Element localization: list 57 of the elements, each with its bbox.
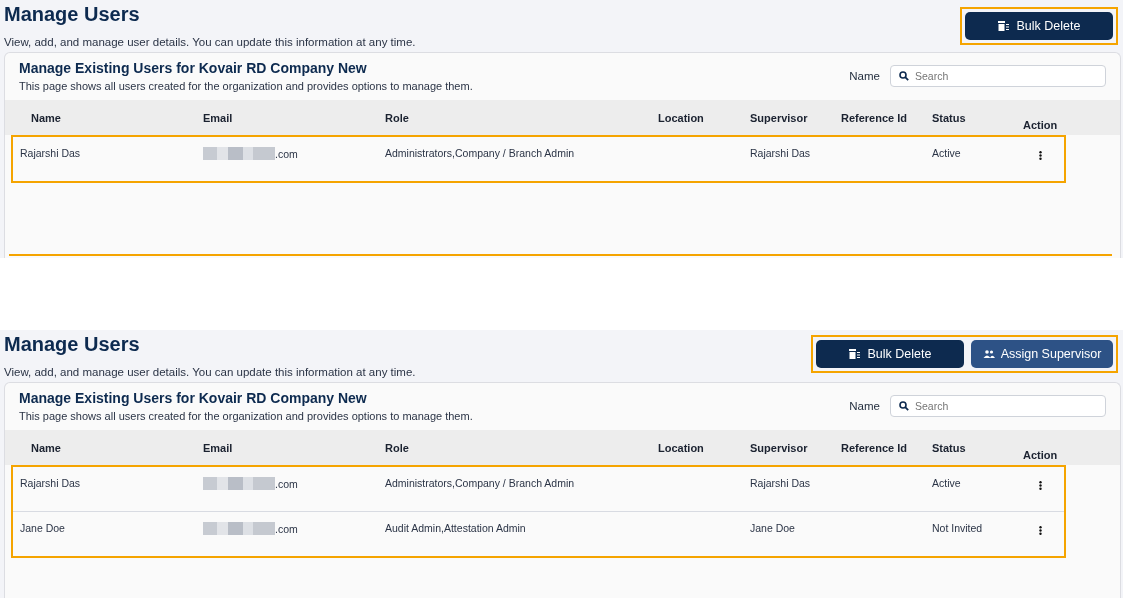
search-field[interactable]: Search bbox=[890, 64, 1106, 87]
column-header: Status bbox=[932, 111, 967, 124]
more-options-button[interactable] bbox=[1037, 481, 1044, 490]
table-cell: .com bbox=[275, 147, 298, 160]
section-title: Manage Existing Users for Kovair RD Company New bbox=[19, 59, 368, 76]
table-cell-text: Rajarshi Das bbox=[20, 146, 82, 159]
bin-icon bbox=[848, 349, 860, 359]
column-header: Email bbox=[203, 441, 234, 454]
bin-icon bbox=[997, 21, 1009, 31]
column-header: Reference Id bbox=[841, 111, 909, 124]
blurred-text bbox=[203, 477, 275, 490]
table-cell-text: Active bbox=[932, 476, 962, 489]
assign-supervisor-button[interactable]: Assign Supervisor bbox=[971, 340, 1113, 368]
table-cell-text: Audit Admin,Attestation Admin bbox=[385, 521, 527, 534]
page-title: Manage Users bbox=[4, 333, 141, 356]
section-description: This page shows all users created for the organization and provides options to manage them. bbox=[19, 409, 473, 422]
section-title: Manage Existing Users for Kovair RD Company New bbox=[19, 389, 368, 406]
column-header: Supervisor bbox=[750, 111, 809, 124]
table-cell-text: Administrators,Company / Branch Admin bbox=[385, 476, 576, 489]
blurred-text bbox=[203, 522, 275, 535]
bulk-delete-button[interactable]: Bulk Delete bbox=[816, 340, 964, 368]
column-header: Location bbox=[658, 441, 705, 454]
table-cell-text: Not Invited bbox=[932, 521, 984, 534]
blurred-text bbox=[203, 147, 275, 160]
column-header: Action bbox=[1023, 117, 1059, 131]
table-cell-text: Jane Doe bbox=[20, 521, 66, 534]
table-cell-text: Active bbox=[932, 146, 962, 159]
column-header: Name bbox=[30, 111, 62, 124]
search-icon bbox=[899, 70, 909, 81]
table-cell-text: Jane Doe bbox=[750, 521, 796, 534]
section-description: This page shows all users created for the organization and provides options to manage them. bbox=[19, 79, 473, 92]
search-field[interactable]: Search bbox=[890, 394, 1106, 417]
search-icon bbox=[899, 400, 909, 411]
more-options-button[interactable] bbox=[1037, 151, 1044, 160]
table-cell-text: Rajarshi Das bbox=[750, 476, 812, 489]
table-cell: .com bbox=[275, 522, 298, 535]
table-cell-text: Rajarshi Das bbox=[20, 476, 82, 489]
column-header: Reference Id bbox=[841, 441, 909, 454]
table-cell-text: Administrators,Company / Branch Admin bbox=[385, 146, 576, 159]
column-header: Action bbox=[1023, 447, 1059, 461]
bulk-delete-button[interactable]: Bulk Delete bbox=[965, 12, 1113, 40]
column-header: Role bbox=[385, 111, 410, 124]
column-header: Name bbox=[30, 441, 62, 454]
more-options-button[interactable] bbox=[1037, 526, 1044, 535]
page-description: View, add, and manage user details. You can update this information at any time. bbox=[4, 366, 416, 378]
column-header: Role bbox=[385, 441, 410, 454]
people-icon bbox=[982, 350, 995, 358]
filter-label: Name bbox=[849, 69, 880, 82]
column-header: Status bbox=[932, 441, 967, 454]
table-cell: .com bbox=[275, 477, 298, 490]
column-header: Location bbox=[658, 111, 705, 124]
column-header: Email bbox=[203, 111, 234, 124]
table-cell-text: Rajarshi Das bbox=[750, 146, 812, 159]
filter-label: Name bbox=[849, 399, 880, 412]
page-title: Manage Users bbox=[4, 3, 141, 26]
page-description: View, add, and manage user details. You can update this information at any time. bbox=[4, 36, 416, 48]
column-header: Supervisor bbox=[750, 441, 809, 454]
